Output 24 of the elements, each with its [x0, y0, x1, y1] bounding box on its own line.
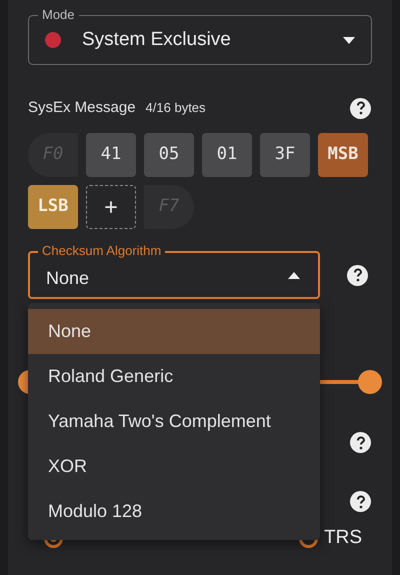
dropdown-arrow-icon	[343, 36, 355, 44]
checksum-label: Checksum Algorithm	[38, 244, 166, 257]
mode-label: Mode	[38, 8, 79, 21]
slider-thumb[interactable]	[358, 370, 382, 394]
menu-option[interactable]: Yamaha Two's Complement	[28, 399, 320, 444]
byte-count: 4/16 bytes	[146, 99, 207, 118]
mode-value: System Exclusive	[82, 28, 232, 52]
byte-chip[interactable]: 05	[144, 133, 194, 177]
sysex-label: SysEx Message	[28, 98, 136, 118]
help-icon[interactable]	[350, 432, 371, 453]
radio-label: TRS	[324, 526, 362, 550]
byte-chip[interactable]: 01	[202, 133, 252, 177]
byte-chip[interactable]: 41	[86, 133, 136, 177]
byte-chip[interactable]: 3F	[260, 133, 310, 177]
checksum-value: None	[46, 266, 90, 290]
menu-option[interactable]: Roland Generic	[28, 354, 320, 399]
help-icon[interactable]	[347, 264, 368, 286]
help-icon[interactable]	[350, 98, 371, 118]
menu-option[interactable]: Modulo 128	[28, 489, 320, 534]
help-icon[interactable]	[350, 491, 371, 512]
menu-option[interactable]: XOR	[28, 444, 320, 489]
byte-chip[interactable]: MSB	[318, 133, 368, 177]
menu-option[interactable]: None	[28, 309, 320, 354]
add-byte-button[interactable]: +	[86, 185, 136, 229]
